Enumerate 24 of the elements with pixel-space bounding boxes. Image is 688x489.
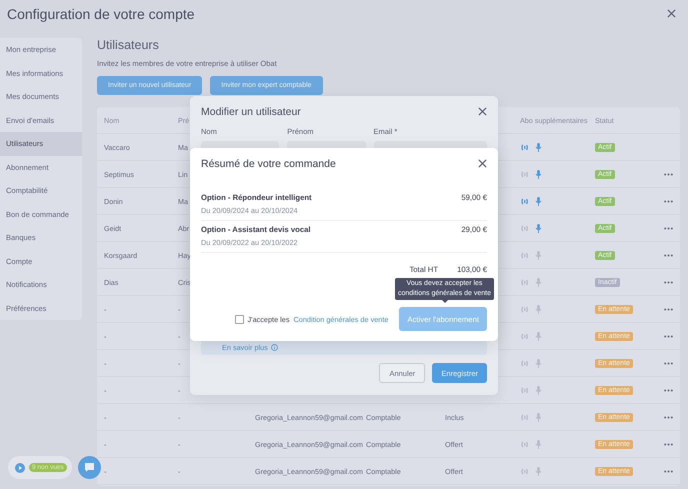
more-icon[interactable]	[664, 254, 673, 256]
dialog-title: Modifier un utilisateur	[201, 106, 301, 118]
dialog-title: Résumé de votre commande	[201, 158, 336, 170]
more-icon[interactable]	[664, 388, 673, 392]
more-icon[interactable]	[664, 172, 673, 176]
more-icon[interactable]	[664, 280, 673, 284]
more-icon[interactable]	[664, 200, 673, 202]
more-icon[interactable]	[664, 470, 673, 472]
more-icon[interactable]	[664, 362, 673, 364]
more-icon[interactable]	[664, 416, 673, 418]
window-title: Configuration de votre compte	[7, 6, 195, 22]
chat-bubble-icon	[84, 462, 95, 473]
close-icon[interactable]	[478, 106, 487, 116]
close-icon[interactable]	[667, 9, 676, 18]
close-icon[interactable]	[478, 158, 487, 168]
more-icon[interactable]	[664, 308, 673, 310]
terms-checkbox[interactable]	[234, 314, 244, 324]
chat-button[interactable]	[78, 456, 101, 479]
section-title: Utilisateurs	[97, 38, 160, 54]
more-icon[interactable]	[664, 334, 673, 338]
play-icon	[15, 462, 25, 472]
more-icon[interactable]	[664, 442, 673, 446]
more-icon[interactable]	[664, 226, 673, 230]
info-icon	[270, 344, 278, 351]
